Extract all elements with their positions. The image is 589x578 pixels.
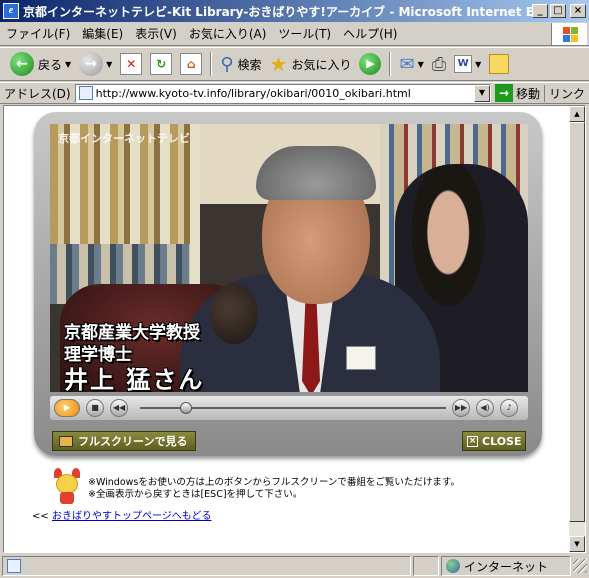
play-button[interactable]: ▶ (54, 399, 80, 417)
search-label: 検索 (237, 57, 262, 72)
scroll-thumb[interactable] (569, 122, 585, 522)
menu-edit[interactable]: 編集(E) (76, 24, 129, 44)
volume-icon[interactable]: ♪ (500, 399, 518, 417)
tv-icon (59, 435, 73, 447)
menu-file[interactable]: ファイル(F) (0, 24, 76, 44)
back-arrow-icon: ← (10, 52, 34, 76)
favorites-label: お気に入り (291, 57, 352, 72)
home-icon: ⌂ (180, 53, 203, 75)
refresh-button[interactable]: ↻ (146, 50, 176, 78)
page-icon (78, 86, 93, 100)
title-bar: e 京都インターネットテレビ-Kit Library-おきばりやす!アーカイブ … (0, 0, 589, 22)
back-label: 戻る (38, 57, 63, 72)
menu-tools[interactable]: ツール(T) (272, 24, 337, 44)
stop-icon: ✕ (120, 53, 143, 75)
name-badge (346, 346, 376, 370)
seek-knob[interactable] (179, 402, 192, 414)
window-title: 京都インターネットテレビ-Kit Library-おきばりやす!アーカイブ - … (23, 4, 532, 19)
address-label: アドレス(D) (4, 86, 71, 101)
resize-grip-icon[interactable] (573, 559, 587, 573)
links-button[interactable]: リンク (543, 84, 589, 102)
back-button[interactable]: ← 戻る ▼ (6, 50, 75, 78)
media-icon: ▶ (359, 53, 382, 75)
go-arrow-icon: → (494, 84, 513, 102)
vertical-scrollbar[interactable]: ▲ ▼ (569, 106, 585, 552)
status-text-cell (2, 556, 411, 576)
note-icon (489, 54, 510, 74)
microphone (210, 284, 258, 344)
scroll-down-button[interactable]: ▼ (569, 536, 585, 552)
menu-help[interactable]: ヘルプ(H) (337, 24, 403, 44)
minimize-button[interactable]: _ (532, 4, 548, 18)
print-button[interactable]: ⎙ (428, 50, 450, 78)
stop-playback-button[interactable]: ■ (86, 399, 104, 417)
page-content: 京都インターネットテレビ 京都産業大学教授 理学博士 井上 猛さん ▶ ■ ◀◀… (4, 106, 570, 552)
address-url[interactable]: http://www.kyoto-tv.info/library/okibari… (96, 87, 474, 100)
address-dropdown-button[interactable]: ▼ (473, 84, 490, 102)
address-bar: アドレス(D) http://www.kyoto-tv.info/library… (0, 82, 589, 104)
toolbar-separator (210, 52, 213, 76)
back-dropdown-icon[interactable]: ▼ (65, 60, 71, 69)
fast-forward-button[interactable]: ▶▶ (452, 399, 470, 417)
media-button[interactable]: ▶ (355, 50, 385, 78)
back-link-arrows: << (32, 511, 49, 522)
back-to-top-link: << おきばりやすトップページへもどる (32, 507, 212, 522)
toolbar-separator (389, 52, 392, 76)
messenger-button[interactable] (485, 50, 513, 78)
caption-name: 井上 猛さん (64, 366, 205, 392)
video-frame[interactable]: 京都インターネットテレビ 京都産業大学教授 理学博士 井上 猛さん (50, 124, 528, 392)
menu-view[interactable]: 表示(V) (129, 24, 183, 44)
word-icon: W (454, 55, 473, 73)
rewind-button[interactable]: ◀◀ (110, 399, 128, 417)
close-player-button[interactable]: × CLOSE (462, 431, 526, 451)
go-button[interactable]: → 移動 (491, 84, 544, 102)
mail-button[interactable]: ✉ ▼ (395, 50, 427, 78)
windows-logo-icon (551, 23, 587, 45)
search-icon: ⚲ (220, 53, 234, 75)
favorites-button[interactable]: ★ お気に入り (266, 50, 356, 78)
close-window-button[interactable]: × (570, 4, 586, 18)
edit-button[interactable]: W ▼ (450, 50, 485, 78)
refresh-icon: ↻ (150, 53, 173, 75)
mascot-icon (52, 468, 82, 504)
fullscreen-label: フルスクリーンで見る (78, 435, 188, 448)
status-bar: インターネット (0, 554, 589, 578)
scroll-up-button[interactable]: ▲ (569, 106, 585, 122)
search-button[interactable]: ⚲ 検索 (216, 50, 265, 78)
globe-icon (446, 559, 460, 573)
standard-toolbar: ← 戻る ▼ → ▼ ✕ ↻ ⌂ ⚲ 検索 ★ お気に入り ▶ ✉ ▼ ⎙ W … (0, 47, 589, 81)
address-field[interactable]: http://www.kyoto-tv.info/library/okibari… (74, 83, 491, 103)
star-icon: ★ (269, 52, 288, 76)
browser-viewport: 京都インターネットテレビ 京都産業大学教授 理学博士 井上 猛さん ▶ ■ ◀◀… (3, 105, 586, 553)
seek-bar[interactable] (140, 399, 446, 417)
mail-dropdown-icon[interactable]: ▼ (418, 60, 424, 69)
esc-note: ※全画表示から戻すときは[ESC]を押して下さい。 (88, 489, 303, 500)
go-label: 移動 (515, 86, 540, 101)
close-icon: × (467, 435, 478, 447)
edit-dropdown-icon[interactable]: ▼ (475, 60, 481, 69)
forward-arrow-icon: → (79, 52, 104, 76)
page-status-icon (7, 559, 21, 573)
stop-button[interactable]: ✕ (116, 50, 146, 78)
zone-label: インターネット (464, 559, 549, 574)
forward-dropdown-icon[interactable]: ▼ (106, 60, 112, 69)
printer-icon: ⎙ (431, 53, 447, 75)
menu-favorites[interactable]: お気に入り(A) (183, 24, 273, 44)
ie-logo-icon: e (3, 3, 19, 19)
fullscreen-button[interactable]: フルスクリーンで見る (52, 431, 196, 451)
close-label: CLOSE (482, 434, 522, 448)
status-progress-cell (413, 556, 439, 576)
home-button[interactable]: ⌂ (176, 50, 206, 78)
menu-bar: ファイル(F) 編集(E) 表示(V) お気に入り(A) ツール(T) ヘルプ(… (0, 22, 589, 46)
window-controls: _ □ × (532, 4, 586, 18)
security-zone-cell: インターネット (441, 556, 571, 576)
video-watermark: 京都インターネットテレビ (58, 132, 190, 145)
forward-button[interactable]: → ▼ (75, 50, 116, 78)
player-controls: ▶ ■ ◀◀ ▶▶ ◀) ♪ (50, 396, 528, 420)
mail-icon: ✉ (399, 53, 415, 75)
back-to-top-anchor[interactable]: おきばりやすトップページへもどる (52, 511, 212, 522)
maximize-button[interactable]: □ (550, 4, 566, 18)
mute-button[interactable]: ◀) (476, 399, 494, 417)
